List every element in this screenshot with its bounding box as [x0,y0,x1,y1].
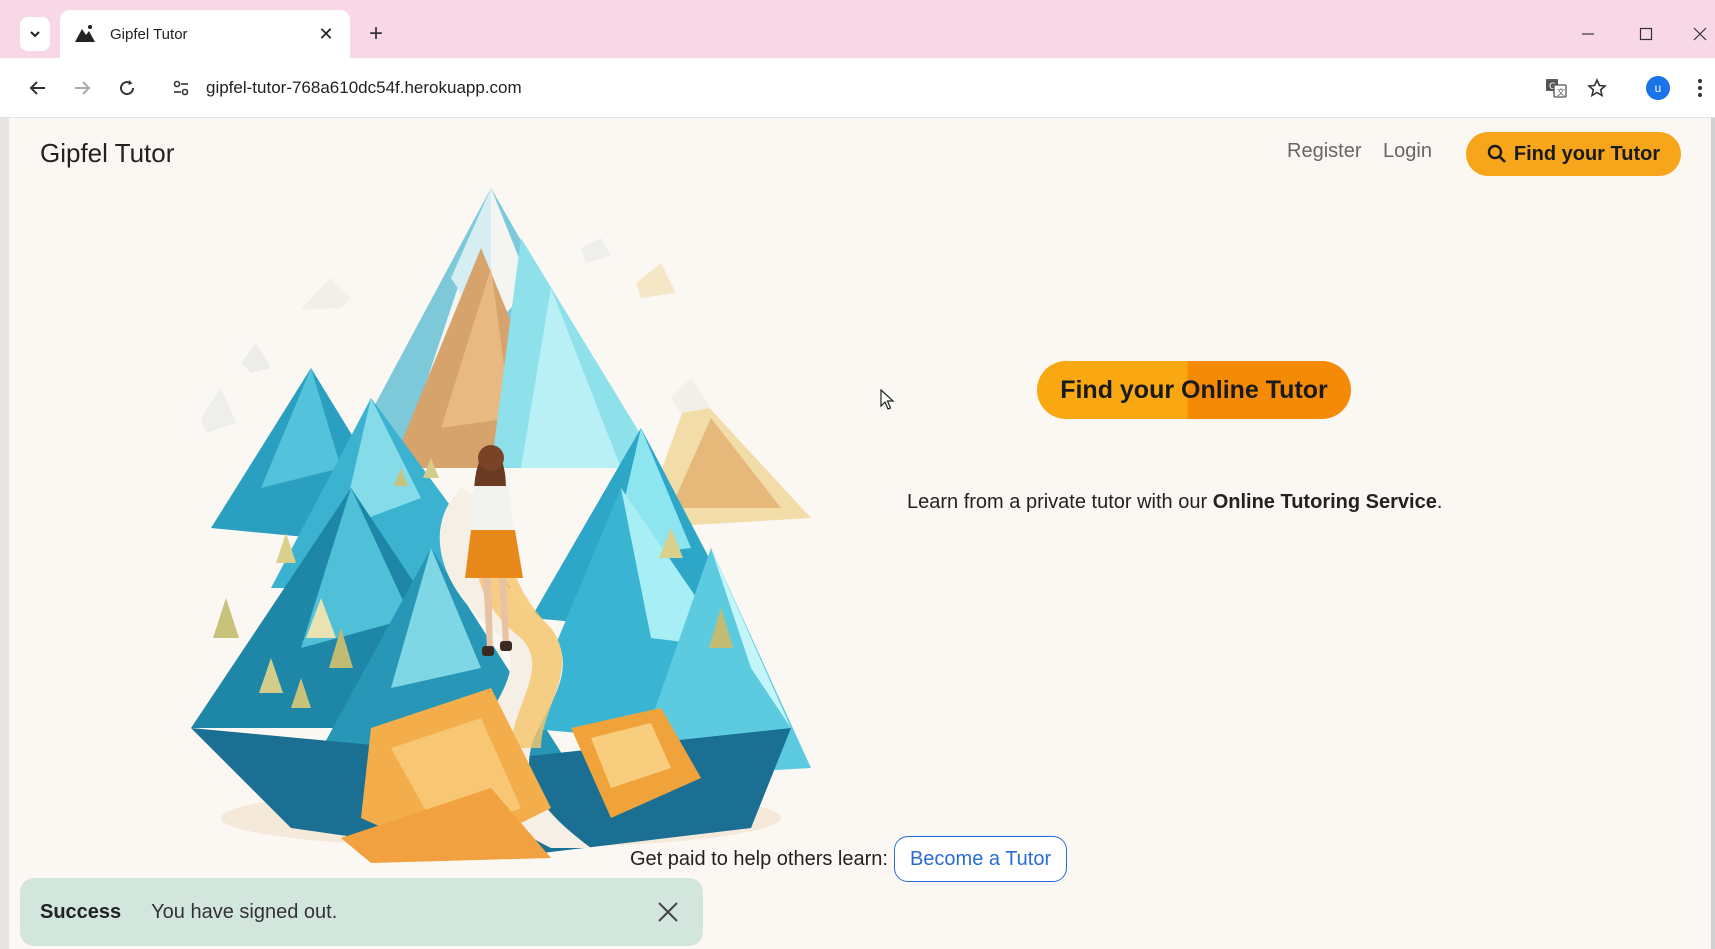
reload-icon [120,80,135,96]
mountain-hero-illustration [191,188,811,863]
svg-text:文: 文 [1557,87,1565,97]
tune-icon [173,80,189,96]
site-brand[interactable]: Gipfel Tutor [40,138,174,169]
become-tutor-button[interactable]: Become a Tutor [893,836,1068,882]
browser-tabstrip: Gipfel Tutor ✕ + [0,0,1715,58]
reload-button[interactable] [111,72,143,104]
arrow-right-icon [75,81,91,95]
maximize-icon [1639,27,1653,41]
browser-menu-button[interactable] [1688,72,1712,104]
close-icon [1693,27,1707,41]
translate-icon: G文 [1546,79,1567,98]
tab-list-button[interactable] [20,17,50,51]
browser-toolbar: gipfel-tutor-768a610dc54f.herokuapp.com … [0,58,1715,118]
chevron-down-icon [30,31,40,38]
close-icon [658,902,678,922]
avatar: u [1646,76,1670,100]
minimize-button[interactable] [1573,20,1603,48]
window-left-edge [0,118,9,949]
site-info-button[interactable] [165,72,197,104]
find-tutor-button-label: Find your Tutor [1513,142,1661,165]
tagline-bold: Online Tutoring Service [1212,491,1437,513]
profile-button[interactable]: u [1642,72,1674,104]
page-content: Gipfel Tutor Register Login Find your Tu… [9,118,1715,949]
toast-title: Success [40,900,122,923]
kebab-menu-icon [1698,79,1702,97]
find-tutor-button[interactable]: Find your Tutor [1466,132,1681,176]
back-button[interactable] [22,72,54,104]
toast-message: You have signed out. [151,900,338,923]
nav-login-link[interactable]: Login [1383,140,1432,163]
maximize-button[interactable] [1631,20,1661,48]
tab-close-icon[interactable]: ✕ [316,24,336,44]
search-icon [1487,144,1506,163]
become-tutor-row: Get paid to help others learn: Become a … [630,836,1068,882]
minimize-icon [1582,33,1594,35]
find-online-tutor-button[interactable]: Find your Online Tutor [1037,361,1351,419]
become-tutor-label: Get paid to help others learn: [630,847,888,870]
new-tab-button[interactable]: + [362,20,390,48]
star-icon [1587,78,1607,98]
success-toast: Success You have signed out. [20,878,703,946]
tagline-prefix: Learn from a private tutor with our [907,491,1213,513]
arrow-left-icon [29,81,45,95]
scrollbar[interactable] [1711,118,1715,949]
address-bar[interactable]: gipfel-tutor-768a610dc54f.herokuapp.com [206,78,522,98]
tagline-suffix: . [1436,491,1443,513]
close-window-button[interactable] [1685,20,1715,48]
mountain-favicon-icon [75,25,95,42]
bookmark-button[interactable] [1581,72,1613,104]
translate-button[interactable]: G文 [1540,72,1572,104]
forward-button[interactable] [66,72,98,104]
tab-title: Gipfel Tutor [110,25,188,43]
mouse-cursor-icon [880,389,895,410]
hero-tagline: Learn from a private tutor with our Onli… [907,491,1442,514]
browser-tab-active[interactable]: Gipfel Tutor ✕ [60,10,350,58]
nav-register-link[interactable]: Register [1287,140,1361,163]
toast-close-button[interactable] [653,897,683,927]
